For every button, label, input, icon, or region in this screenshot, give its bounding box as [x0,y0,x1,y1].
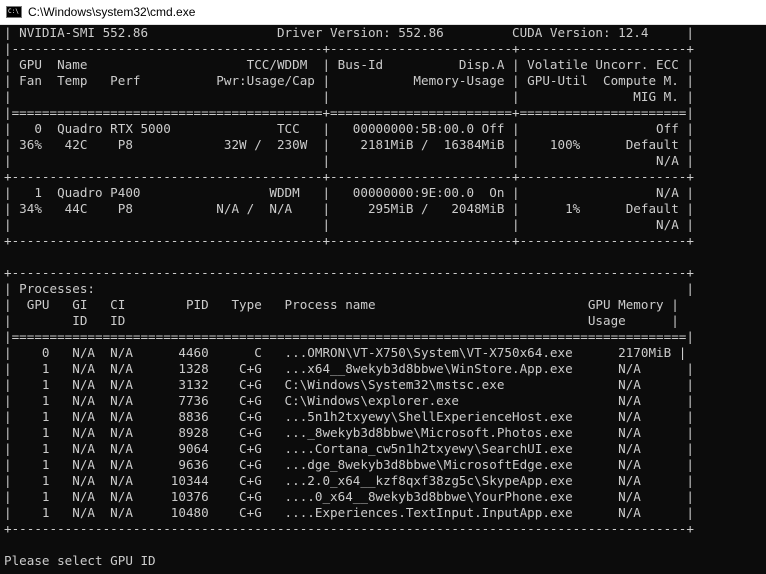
console-line: | 1 N/A N/A 8928 C+G ..._8wekyb3d8bbwe\M… [4,425,694,440]
console-line: | ID ID Usage | [4,313,679,328]
console-output[interactable]: | NVIDIA-SMI 552.86 Driver Version: 552.… [4,25,762,574]
console-line: Please select GPU ID [4,553,156,568]
console-line: | 0 Quadro RTX 5000 TCC | 00000000:5B:00… [4,121,694,136]
console-line: | 0 N/A N/A 4460 C ...OMRON\VT-X750\Syst… [4,345,687,360]
console-line: | Fan Temp Perf Pwr:Usage/Cap | Memory-U… [4,73,694,88]
console-line: | 36% 42C P8 32W / 230W | 2181MiB / 1638… [4,137,694,152]
console-line: | 1 N/A N/A 10480 C+G ....Experiences.Te… [4,505,694,520]
cmd-icon: C:\ [6,6,22,18]
console-line: +---------------------------------------… [4,233,694,248]
console-line: +---------------------------------------… [4,265,694,280]
console-line: | 1 N/A N/A 9064 C+G ....Cortana_cw5n1h2… [4,441,694,456]
console-line: | 1 N/A N/A 1328 C+G ...x64__8wekyb3d8bb… [4,361,694,376]
console-line: |=======================================… [4,105,694,120]
console-line: | GPU Name TCC/WDDM | Bus-Id Disp.A | Vo… [4,57,694,72]
console-line: | NVIDIA-SMI 552.86 Driver Version: 552.… [4,25,694,40]
console-line: | 1 N/A N/A 9636 C+G ...dge_8wekyb3d8bbw… [4,457,694,472]
console-line: +---------------------------------------… [4,169,694,184]
console-line: | GPU GI CI PID Type Process name GPU Me… [4,297,679,312]
console-line: | 1 N/A N/A 3132 C+G C:\Windows\System32… [4,377,694,392]
console-line: | 1 N/A N/A 7736 C+G C:\Windows\explorer… [4,393,694,408]
title-bar[interactable]: C:\ C:\Windows\system32\cmd.exe [0,0,766,25]
console-line: | | | N/A | [4,217,694,232]
console-line: | 34% 44C P8 N/A / N/A | 295MiB / 2048Mi… [4,201,694,216]
console-line: +---------------------------------------… [4,521,694,536]
console-line: | 1 N/A N/A 10344 C+G ...2.0_x64__kzf8qx… [4,473,694,488]
console-line: |=======================================… [4,329,694,344]
console-line: | | | MIG M. | [4,89,694,104]
console-line: |---------------------------------------… [4,41,694,56]
console-line: | 1 N/A N/A 8836 C+G ...5n1h2txyewy\Shel… [4,409,694,424]
console-line: | Processes: | [4,281,694,296]
console-line: | 1 Quadro P400 WDDM | 00000000:9E:00.0 … [4,185,694,200]
console-line: | | | N/A | [4,153,694,168]
window-title: C:\Windows\system32\cmd.exe [28,5,196,19]
console-line: | 1 N/A N/A 10376 C+G ....0_x64__8wekyb3… [4,489,694,504]
